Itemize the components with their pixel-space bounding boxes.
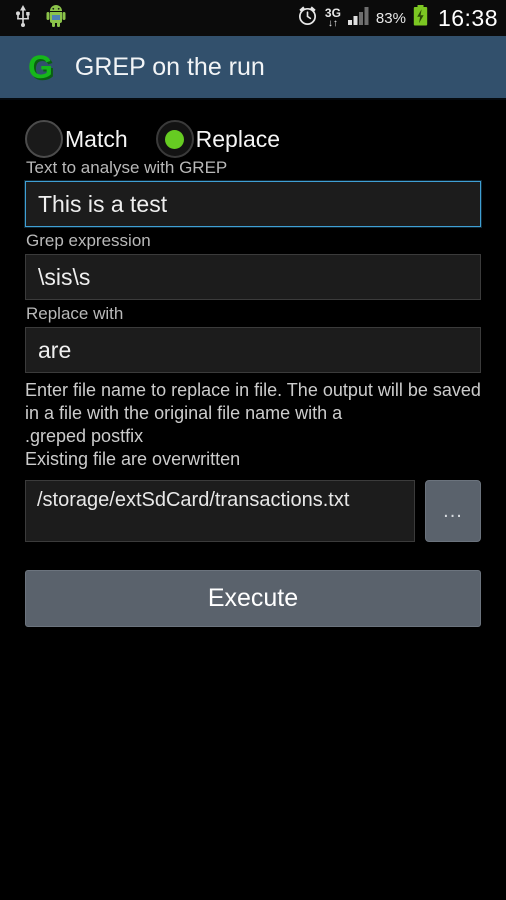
app-header: G GREP on the run: [0, 36, 506, 100]
radio-label-replace: Replace: [195, 125, 281, 152]
help-text: Enter file name to replace in file. The …: [25, 380, 481, 469]
app-screen: 3G ↓↑ 83% 16:38 G GREP on the run Match …: [0, 0, 506, 900]
alarm-clock-icon: [297, 5, 318, 31]
browse-file-button[interactable]: ...: [425, 480, 481, 542]
file-path-row: /storage/extSdCard/transactions.txt ...: [25, 480, 481, 546]
app-logo-icon: G: [28, 49, 53, 85]
radio-button-match[interactable]: [25, 120, 63, 158]
label-text-to-analyse: Text to analyse with GREP: [26, 158, 228, 177]
radio-option-replace[interactable]: Replace: [155, 120, 281, 158]
label-replace-with: Replace with: [26, 304, 124, 323]
signal-bars-icon: [347, 6, 369, 30]
radio-button-replace[interactable]: [155, 120, 194, 158]
network-traffic-arrows: ↓↑: [327, 18, 338, 29]
replace-with-input[interactable]: [25, 327, 481, 373]
status-bar-clock: 16:38: [437, 4, 498, 31]
radio-label-match: Match: [65, 125, 128, 152]
usb-icon: [14, 4, 32, 32]
file-path-input[interactable]: /storage/extSdCard/transactions.txt: [25, 480, 415, 542]
status-bar-right-icons: 3G ↓↑ 83% 16:38: [297, 5, 498, 31]
text-to-analyse-input[interactable]: [25, 181, 481, 227]
android-robot-icon: [46, 4, 66, 32]
main-content: Match Replace Text to analyse with GREP …: [0, 102, 506, 900]
radio-option-match[interactable]: Match: [25, 120, 128, 158]
battery-charging-icon: [413, 5, 428, 31]
network-type-indicator: 3G ↓↑: [325, 7, 341, 29]
status-bar-left-icons: [14, 4, 66, 32]
execute-button[interactable]: Execute: [25, 570, 481, 627]
status-bar: 3G ↓↑ 83% 16:38: [0, 0, 506, 36]
app-title: GREP on the run: [74, 52, 265, 81]
mode-radio-group: Match Replace: [25, 102, 481, 158]
label-grep-expression: Grep expression: [26, 231, 151, 250]
battery-percent-label: 83%: [375, 9, 406, 27]
grep-expression-input[interactable]: [25, 254, 481, 300]
